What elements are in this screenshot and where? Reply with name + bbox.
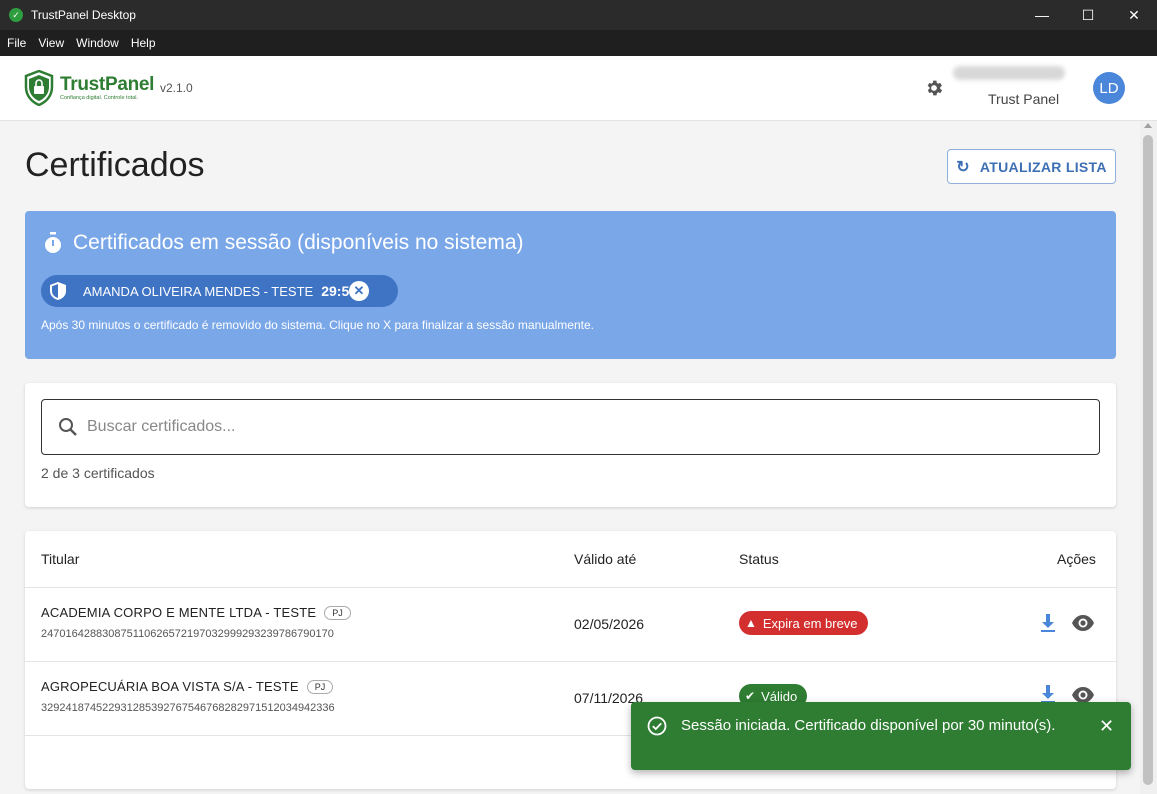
- search-input[interactable]: [87, 412, 1067, 442]
- scroll-up-icon[interactable]: [1144, 123, 1152, 128]
- logo-name: TrustPanel: [60, 74, 155, 95]
- success-toast: Sessão iniciada. Certificado disponível …: [631, 702, 1131, 770]
- shield-icon: [50, 282, 66, 300]
- certificate-hash: 3292418745229312853927675467682829715120…: [41, 702, 335, 714]
- scrollbar[interactable]: [1140, 121, 1157, 794]
- session-title: Certificados em sessão (disponíveis no s…: [43, 231, 524, 255]
- gear-icon[interactable]: [924, 78, 944, 98]
- valid-until: 02/05/2026: [574, 616, 645, 632]
- menu-bar: File View Window Help: [0, 30, 1157, 56]
- session-chip-name: AMANDA OLIVEIRA MENDES - TESTE: [83, 283, 314, 299]
- menu-help[interactable]: Help: [131, 36, 156, 50]
- holder-cell: AGROPECUÁRIA BOA VISTA S/A - TESTE PJ: [41, 679, 334, 694]
- close-session-icon[interactable]: ✕: [349, 281, 369, 301]
- refresh-list-button[interactable]: ↻ ATUALIZAR LISTA: [947, 149, 1116, 184]
- app-header: TrustPanel Confiança digital. Controle t…: [0, 56, 1157, 121]
- window-title: TrustPanel Desktop: [31, 8, 136, 22]
- search-icon: [59, 418, 77, 436]
- scroll-thumb[interactable]: [1143, 135, 1153, 785]
- eye-icon[interactable]: [1071, 614, 1095, 632]
- header-valid-until: Válido até: [574, 551, 637, 567]
- certificate-hash: 2470164288308751106265721970329992932397…: [41, 628, 334, 640]
- session-note: Após 30 minutos o certificado é removido…: [41, 318, 594, 332]
- window-titlebar: ✓ TrustPanel Desktop — ☐ ✕: [0, 0, 1157, 30]
- session-chip[interactable]: AMANDA OLIVEIRA MENDES - TESTE 29:58 ✕: [41, 275, 398, 307]
- search-card: 2 de 3 certificados: [25, 383, 1116, 507]
- logo-tagline: Confiança digital. Controle total.: [60, 95, 138, 101]
- holder-name: ACADEMIA CORPO E MENTE LTDA - TESTE: [41, 605, 317, 620]
- table-row[interactable]: ACADEMIA CORPO E MENTE LTDA - TESTE PJ 2…: [25, 588, 1116, 662]
- app-version: v2.1.0: [160, 81, 193, 95]
- refresh-label: ATUALIZAR LISTA: [979, 158, 1107, 175]
- shield-lock-icon: [24, 70, 54, 106]
- download-icon[interactable]: [1040, 684, 1056, 704]
- menu-view[interactable]: View: [38, 36, 64, 50]
- minimize-button[interactable]: —: [1019, 0, 1065, 30]
- warning-icon: ▲: [745, 616, 757, 630]
- close-toast-icon[interactable]: ✕: [1099, 716, 1114, 737]
- search-box[interactable]: [41, 399, 1100, 455]
- app-shield-icon: ✓: [9, 8, 23, 22]
- logo[interactable]: TrustPanel Confiança digital. Controle t…: [24, 70, 154, 106]
- header-holder: Titular: [41, 551, 80, 567]
- download-icon[interactable]: [1040, 613, 1056, 633]
- header-actions: Ações: [1057, 551, 1096, 567]
- menu-window[interactable]: Window: [76, 36, 119, 50]
- menu-file[interactable]: File: [7, 36, 26, 50]
- check-circle-icon: [647, 716, 667, 736]
- user-subtitle: Trust Panel: [988, 91, 1060, 107]
- window-controls: — ☐ ✕: [1019, 0, 1157, 30]
- holder-name: AGROPECUÁRIA BOA VISTA S/A - TESTE: [41, 679, 299, 694]
- check-circle-icon: ✔: [745, 689, 756, 703]
- toast-message: Sessão iniciada. Certificado disponível …: [681, 717, 1056, 734]
- status-badge: ▲ Expira em breve: [739, 611, 868, 635]
- status-text: Expira em breve: [762, 615, 858, 631]
- user-name-blurred: [953, 66, 1065, 80]
- page-title: Certificados: [25, 146, 205, 184]
- header-status: Status: [739, 551, 779, 567]
- refresh-icon: ↻: [956, 158, 970, 176]
- result-count: 2 de 3 certificados: [41, 465, 155, 481]
- session-title-text: Certificados em sessão (disponíveis no s…: [73, 231, 524, 254]
- session-panel: Certificados em sessão (disponíveis no s…: [25, 211, 1116, 359]
- type-badge: PJ: [306, 679, 334, 694]
- timer-icon: [45, 232, 61, 253]
- type-badge: PJ: [324, 605, 351, 620]
- avatar[interactable]: LD: [1093, 72, 1125, 104]
- maximize-button[interactable]: ☐: [1065, 0, 1111, 30]
- close-window-button[interactable]: ✕: [1111, 0, 1157, 30]
- holder-cell: ACADEMIA CORPO E MENTE LTDA - TESTE PJ: [41, 605, 351, 620]
